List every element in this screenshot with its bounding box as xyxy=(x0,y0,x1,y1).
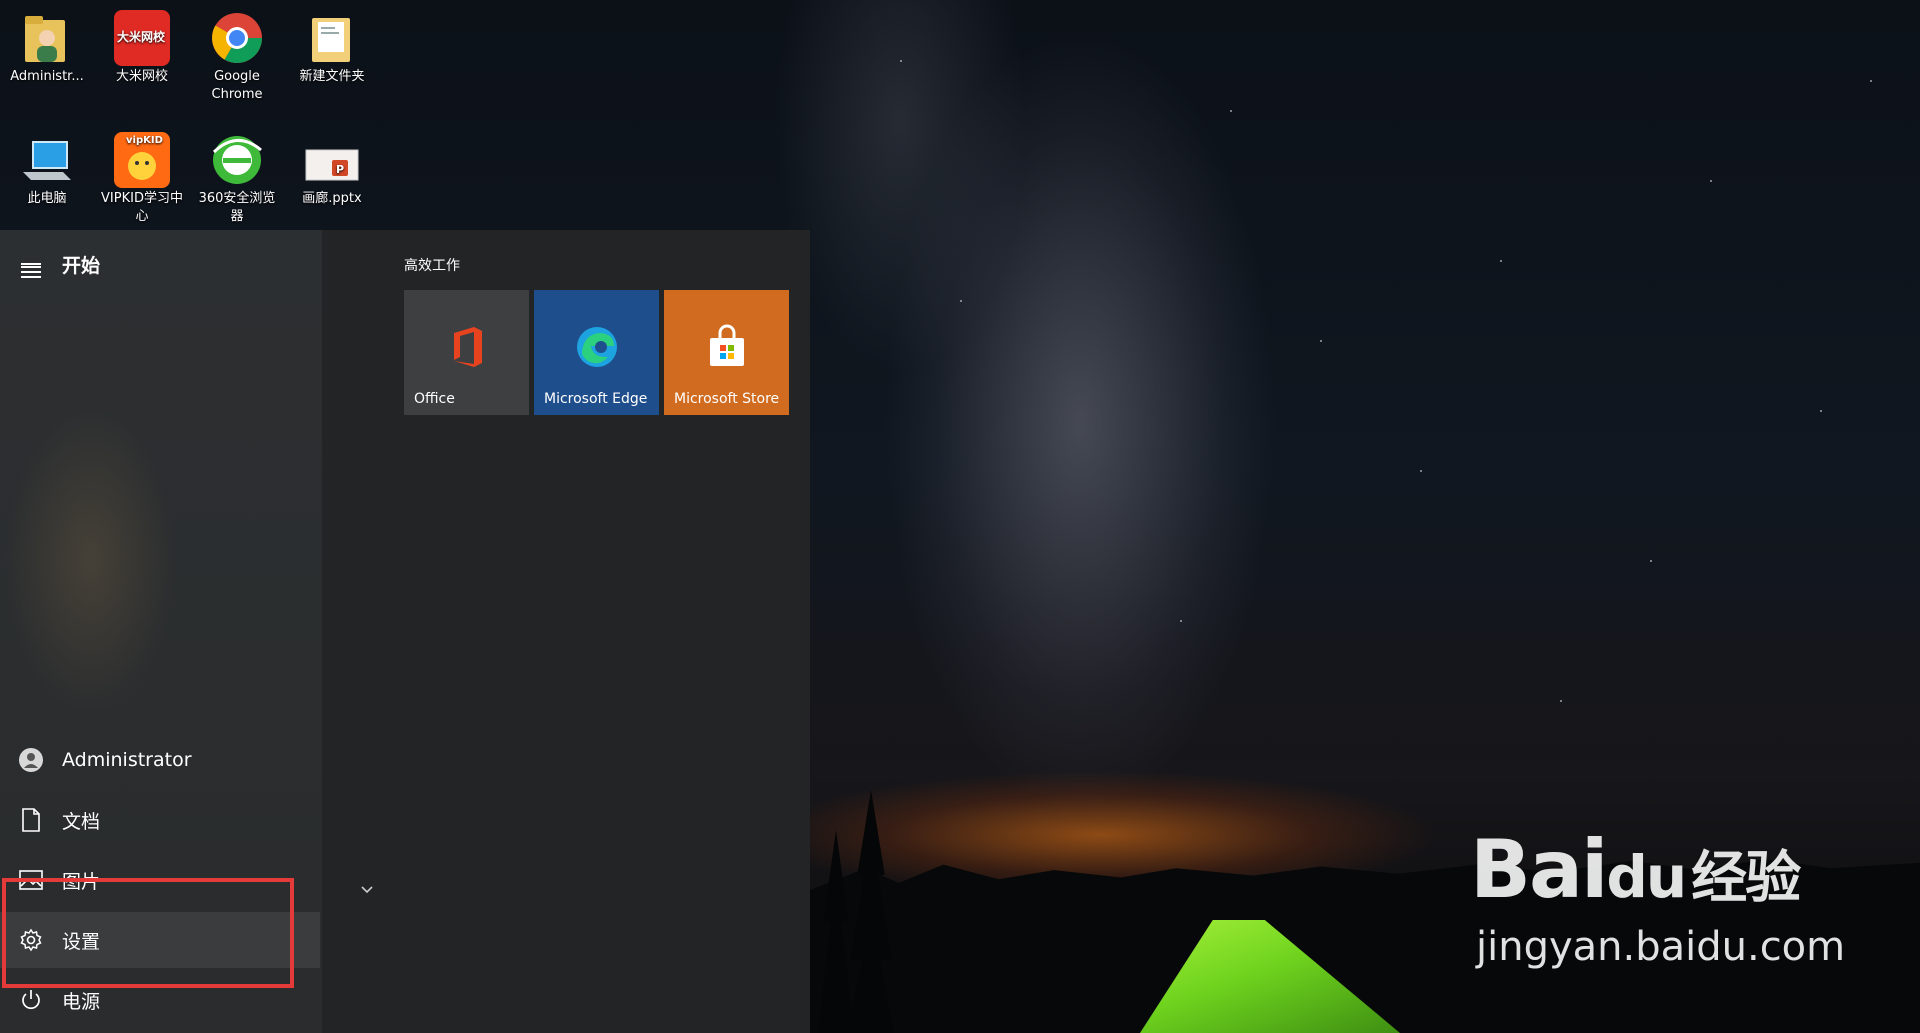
tile-microsoft-store[interactable]: Microsoft Store xyxy=(664,290,789,415)
vipkid-icon-text: vipKID xyxy=(126,135,163,146)
watermark-logo: Baidu 经验 xyxy=(1470,823,1801,916)
360-browser-icon xyxy=(209,132,265,188)
tile-label: Office xyxy=(414,391,455,407)
rail-item-administrator[interactable]: Administrator xyxy=(0,732,320,788)
desktop-icon-pptx[interactable]: P 画廊.pptx xyxy=(288,126,376,208)
pptx-file-icon: P xyxy=(304,132,360,188)
desktop-icon-chrome[interactable]: Google Chrome xyxy=(193,4,281,104)
damiwangxiao-icon: 大米网校 xyxy=(114,10,170,66)
tile-microsoft-edge[interactable]: Microsoft Edge xyxy=(534,290,659,415)
user-avatar-icon xyxy=(16,747,46,773)
tile-label: Microsoft Store xyxy=(674,391,780,407)
rail-item-label: Administrator xyxy=(62,749,192,771)
start-title: 开始 xyxy=(62,254,101,277)
rail-item-label: 文档 xyxy=(62,810,101,833)
store-icon xyxy=(704,324,750,370)
office-icon xyxy=(444,324,490,370)
vipkid-icon: vipKID xyxy=(114,132,170,188)
chrome-icon xyxy=(209,10,265,66)
power-icon xyxy=(16,989,46,1011)
damiwangxiao-icon-text: 大米网校 xyxy=(117,30,166,44)
edge-icon xyxy=(574,324,620,370)
tile-office[interactable]: Office xyxy=(404,290,529,415)
computer-icon xyxy=(19,132,75,188)
tile-label: Microsoft Edge xyxy=(544,391,648,407)
folder-icon xyxy=(304,10,360,66)
document-icon xyxy=(16,808,46,832)
desktop-icon-new-folder[interactable]: 新建文件夹 xyxy=(288,4,376,86)
tile-group-label: 高效工作 xyxy=(404,258,460,274)
hamburger-menu-icon[interactable] xyxy=(16,260,46,278)
desktop-icon-this-pc[interactable]: 此电脑 xyxy=(3,126,91,208)
rail-item-label: 电源 xyxy=(62,990,101,1013)
rail-item-documents[interactable]: 文档 xyxy=(0,792,320,848)
desktop-icon-damiwangxiao[interactable]: 大米网校 大米网校 xyxy=(98,4,186,86)
user-folder-icon xyxy=(19,10,75,66)
desktop-icon-vipkid[interactable]: vipKID VIPKID学习中心 xyxy=(98,126,186,226)
settings-highlight-box xyxy=(2,878,294,988)
pptx-icon-text: P xyxy=(336,163,345,176)
desktop-icon-360-browser[interactable]: 360安全浏览器 xyxy=(193,126,281,226)
desktop-icon-administrator[interactable]: Administr... xyxy=(3,4,91,86)
baidu-jingyan-watermark: Baidu 经验 jingyan.baidu.com xyxy=(1470,823,1846,971)
chevron-down-icon[interactable] xyxy=(360,882,374,896)
watermark-url: jingyan.baidu.com xyxy=(1476,924,1846,970)
start-header: 开始 xyxy=(0,236,320,292)
